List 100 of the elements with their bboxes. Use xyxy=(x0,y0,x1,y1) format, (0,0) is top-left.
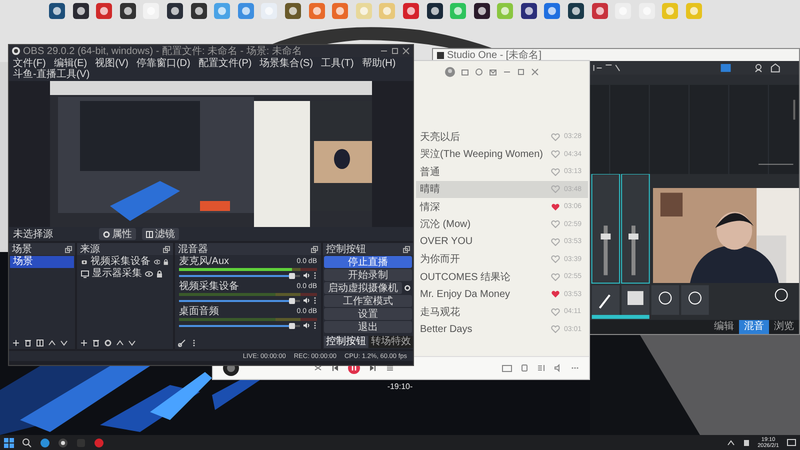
app-icon[interactable] xyxy=(567,2,586,20)
previous-icon[interactable] xyxy=(331,364,339,372)
app-icon[interactable] xyxy=(166,2,184,20)
dock-tab[interactable]: 控制按钮 xyxy=(324,336,368,348)
add-icon[interactable] xyxy=(80,338,88,346)
control-button[interactable]: 设置 xyxy=(324,308,412,320)
speaker-icon[interactable] xyxy=(303,297,310,304)
app-icon[interactable] xyxy=(426,2,444,20)
gear-icon xyxy=(103,230,110,238)
undock-icon[interactable] xyxy=(403,246,410,252)
song-title: 沉沦 (Mow) xyxy=(420,218,472,232)
close-icon[interactable] xyxy=(402,47,410,55)
more-icon[interactable] xyxy=(313,297,317,304)
music-app-icon[interactable] xyxy=(94,438,104,448)
channel-name: 桌面音频 xyxy=(179,307,219,317)
filter-icon xyxy=(146,230,153,238)
dock-title: 混音器 xyxy=(178,242,208,256)
filter-icon[interactable] xyxy=(36,338,44,346)
filters-button[interactable]: 滤镜 xyxy=(142,228,179,240)
window-title: Studio One - [未命名] xyxy=(447,49,542,62)
menu-item[interactable]: 停靠窗口(D) xyxy=(136,58,190,69)
down-icon[interactable] xyxy=(128,338,136,346)
start-icon[interactable] xyxy=(4,438,14,448)
menu-item[interactable]: 斗鱼-直播工具(V) xyxy=(13,69,90,80)
app-icon[interactable] xyxy=(472,2,491,20)
tray-icon[interactable] xyxy=(742,438,750,446)
close-icon[interactable] xyxy=(531,68,539,76)
menu-item[interactable]: 场景集合(S) xyxy=(260,58,314,69)
song-title: 情深 xyxy=(420,200,441,214)
search-icon[interactable] xyxy=(22,438,32,448)
menu-item[interactable]: 视图(V) xyxy=(95,58,128,69)
source-name[interactable]: 显示器采集 xyxy=(92,268,142,280)
down-icon[interactable] xyxy=(60,338,68,346)
song-title: 走马观花 xyxy=(420,306,461,319)
app-icon[interactable] xyxy=(48,2,66,20)
gear-icon[interactable] xyxy=(104,338,112,346)
menu-item[interactable]: 配置文件(P) xyxy=(198,58,252,69)
menu-item[interactable]: 工具(T) xyxy=(321,58,354,69)
control-button[interactable]: 启动虚拟摄像机 xyxy=(324,282,402,294)
more-icon[interactable] xyxy=(313,272,317,279)
maximize-icon[interactable] xyxy=(517,68,525,76)
channel-name: 视频采集设备 xyxy=(179,282,239,292)
notification-icon[interactable] xyxy=(787,438,796,446)
camera-icon xyxy=(81,258,88,266)
up-icon[interactable] xyxy=(48,338,56,346)
playlist-icon[interactable] xyxy=(386,364,394,372)
app-icon[interactable] xyxy=(190,2,208,20)
control-button[interactable]: 退出 xyxy=(324,321,412,333)
next-icon[interactable] xyxy=(369,364,377,372)
app-icon[interactable] xyxy=(520,2,538,20)
app-icon[interactable] xyxy=(72,2,90,20)
page-tab[interactable]: 浏览 xyxy=(769,320,799,334)
control-button[interactable]: 停止直播 xyxy=(324,256,412,268)
undock-icon[interactable] xyxy=(311,246,318,252)
up-icon[interactable] xyxy=(116,338,124,346)
app-icon[interactable] xyxy=(118,2,137,20)
page-tab[interactable]: 混音 xyxy=(739,320,769,334)
avatar-icon[interactable] xyxy=(445,67,455,77)
lock-icon[interactable] xyxy=(156,270,163,278)
control-button[interactable]: 开始录制 xyxy=(324,269,412,281)
properties-button[interactable]: 属性 xyxy=(99,228,136,240)
eye-icon[interactable] xyxy=(154,258,160,266)
maximize-icon[interactable] xyxy=(391,47,399,55)
scene-item[interactable]: 场景 xyxy=(10,256,74,268)
trash-icon[interactable] xyxy=(92,338,100,346)
undock-icon[interactable] xyxy=(65,246,72,252)
shuffle-icon[interactable] xyxy=(314,364,322,372)
eye-icon[interactable] xyxy=(145,270,153,278)
link-icon[interactable] xyxy=(178,338,186,346)
dock-tab[interactable]: 转场特效 xyxy=(369,336,413,348)
mail-icon[interactable] xyxy=(489,68,497,76)
song-title: Better Days xyxy=(420,324,474,335)
no-source-label: 未选择源 xyxy=(13,228,53,241)
monitor-icon xyxy=(81,270,89,278)
gear-icon[interactable] xyxy=(403,282,412,294)
source-name[interactable]: 视频采集设备 xyxy=(90,256,151,268)
chevron-icon[interactable] xyxy=(726,438,735,446)
browser-icon[interactable] xyxy=(40,438,50,448)
more-icon[interactable] xyxy=(313,322,317,329)
clock-text: -19:10- xyxy=(386,382,414,391)
heart-icon[interactable] xyxy=(551,290,560,298)
menu-item[interactable]: 帮助(H) xyxy=(362,58,396,69)
menu-item[interactable]: 文件(F) xyxy=(13,58,46,69)
trash-icon[interactable] xyxy=(24,338,32,346)
heart-icon[interactable] xyxy=(551,202,560,211)
speaker-icon[interactable] xyxy=(303,272,310,279)
queue-icon[interactable] xyxy=(537,364,545,372)
undock-icon[interactable] xyxy=(163,246,170,252)
song-title: 哭泣(The Weeping Women) xyxy=(420,148,544,162)
song-title: 普通 xyxy=(420,166,441,179)
page-tab[interactable]: 编辑 xyxy=(709,320,739,334)
song-title: Mr. Enjoy Da Money xyxy=(420,288,512,300)
song-title: 晴晴 xyxy=(420,182,441,196)
menu-item[interactable]: 编辑(E) xyxy=(54,58,88,69)
lock-icon[interactable] xyxy=(163,258,169,266)
song-title: 为你而开 xyxy=(420,252,461,266)
speaker-icon[interactable] xyxy=(303,322,310,329)
add-icon[interactable] xyxy=(12,338,20,346)
volume-icon[interactable] xyxy=(554,364,562,372)
control-button[interactable]: 工作室模式 xyxy=(324,295,412,307)
